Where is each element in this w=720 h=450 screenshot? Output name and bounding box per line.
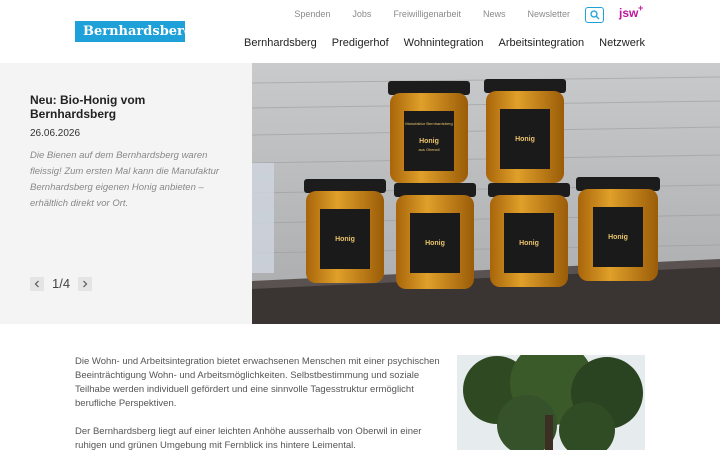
honey-jar-top-right	[484, 79, 566, 183]
slider-counter: 1/4	[52, 276, 71, 291]
jar-label-origin: aus Oberwil	[418, 147, 439, 152]
slider-prev-button[interactable]	[30, 276, 44, 291]
main-nav: Bernhardsberg Predigerhof Wohnintegratio…	[229, 37, 645, 49]
utility-nav: Spenden Jobs Freiwilligenarbeit News New…	[272, 9, 570, 19]
jar-label-brand: Manufaktur Bernhardsberg	[405, 121, 453, 126]
honey-jar-bottom-4	[576, 177, 660, 281]
nav-item-bernhardsberg[interactable]: Bernhardsberg	[244, 37, 317, 49]
chevron-left-icon	[34, 280, 39, 287]
nav-item-arbeitsintegration[interactable]: Arbeitsintegration	[499, 37, 585, 49]
slide-title[interactable]: Neu: Bio-Honig vom Bernhardsberg	[30, 93, 230, 121]
partner-logo-mark: +	[638, 3, 644, 13]
honey-jar-bottom-1	[304, 179, 386, 283]
intro-text: Die Wohn- und Arbeitsintegration bietet …	[75, 355, 445, 450]
honey-jar-bottom-2	[394, 183, 476, 289]
nav-item-wohnintegration[interactable]: Wohnintegration	[404, 37, 484, 49]
utility-link-spenden[interactable]: Spenden	[294, 9, 330, 19]
tree-photo	[457, 355, 645, 450]
utility-link-jobs[interactable]: Jobs	[352, 9, 371, 19]
utility-link-newsletter[interactable]: Newsletter	[527, 9, 570, 19]
news-slider: Neu: Bio-Honig vom Bernhardsberg 26.06.2…	[0, 63, 720, 324]
tree-illustration	[457, 355, 645, 450]
site-header: Bernhardsberg Spenden Jobs Freiwilligena…	[0, 0, 720, 63]
nav-item-netzwerk[interactable]: Netzwerk	[599, 37, 645, 49]
slider-pager: 1/4	[30, 276, 93, 291]
slide-image-honey-jars[interactable]: Manufaktur Bernhardsberg Honig aus Oberw…	[252, 63, 720, 324]
intro-paragraph-2: Der Bernhardsberg liegt auf einer leicht…	[75, 426, 422, 450]
jar-label-product: Honig	[515, 136, 535, 143]
jar-label-product: Honig	[425, 240, 445, 247]
honey-jars-photo: Manufaktur Bernhardsberg Honig aus Oberw…	[252, 63, 720, 324]
search-button[interactable]	[585, 7, 604, 23]
jar-label-product: Honig	[419, 138, 439, 145]
honey-jar-bottom-3	[488, 183, 570, 287]
partner-logo[interactable]: jsw	[619, 6, 638, 20]
jar-label-product: Honig	[608, 234, 628, 241]
honey-jar-top-left	[388, 81, 470, 183]
utility-link-freiwilligenarbeit[interactable]: Freiwilligenarbeit	[393, 9, 461, 19]
nav-item-predigerhof[interactable]: Predigerhof	[332, 37, 389, 49]
slide-date: 26.06.2026	[30, 128, 81, 139]
slide-text-panel: Neu: Bio-Honig vom Bernhardsberg 26.06.2…	[0, 63, 252, 324]
intro-paragraph-1: Die Wohn- und Arbeitsintegration bietet …	[75, 356, 440, 409]
search-icon	[590, 10, 600, 20]
site-logo[interactable]: Bernhardsberg	[75, 21, 185, 42]
utility-link-news[interactable]: News	[483, 9, 506, 19]
slide-description: Die Bienen auf dem Bernhardsberg waren f…	[30, 150, 220, 209]
jar-label-product: Honig	[519, 240, 539, 247]
jar-label-product: Honig	[335, 236, 355, 243]
slider-next-button[interactable]	[78, 276, 93, 291]
chevron-right-icon	[83, 280, 88, 287]
